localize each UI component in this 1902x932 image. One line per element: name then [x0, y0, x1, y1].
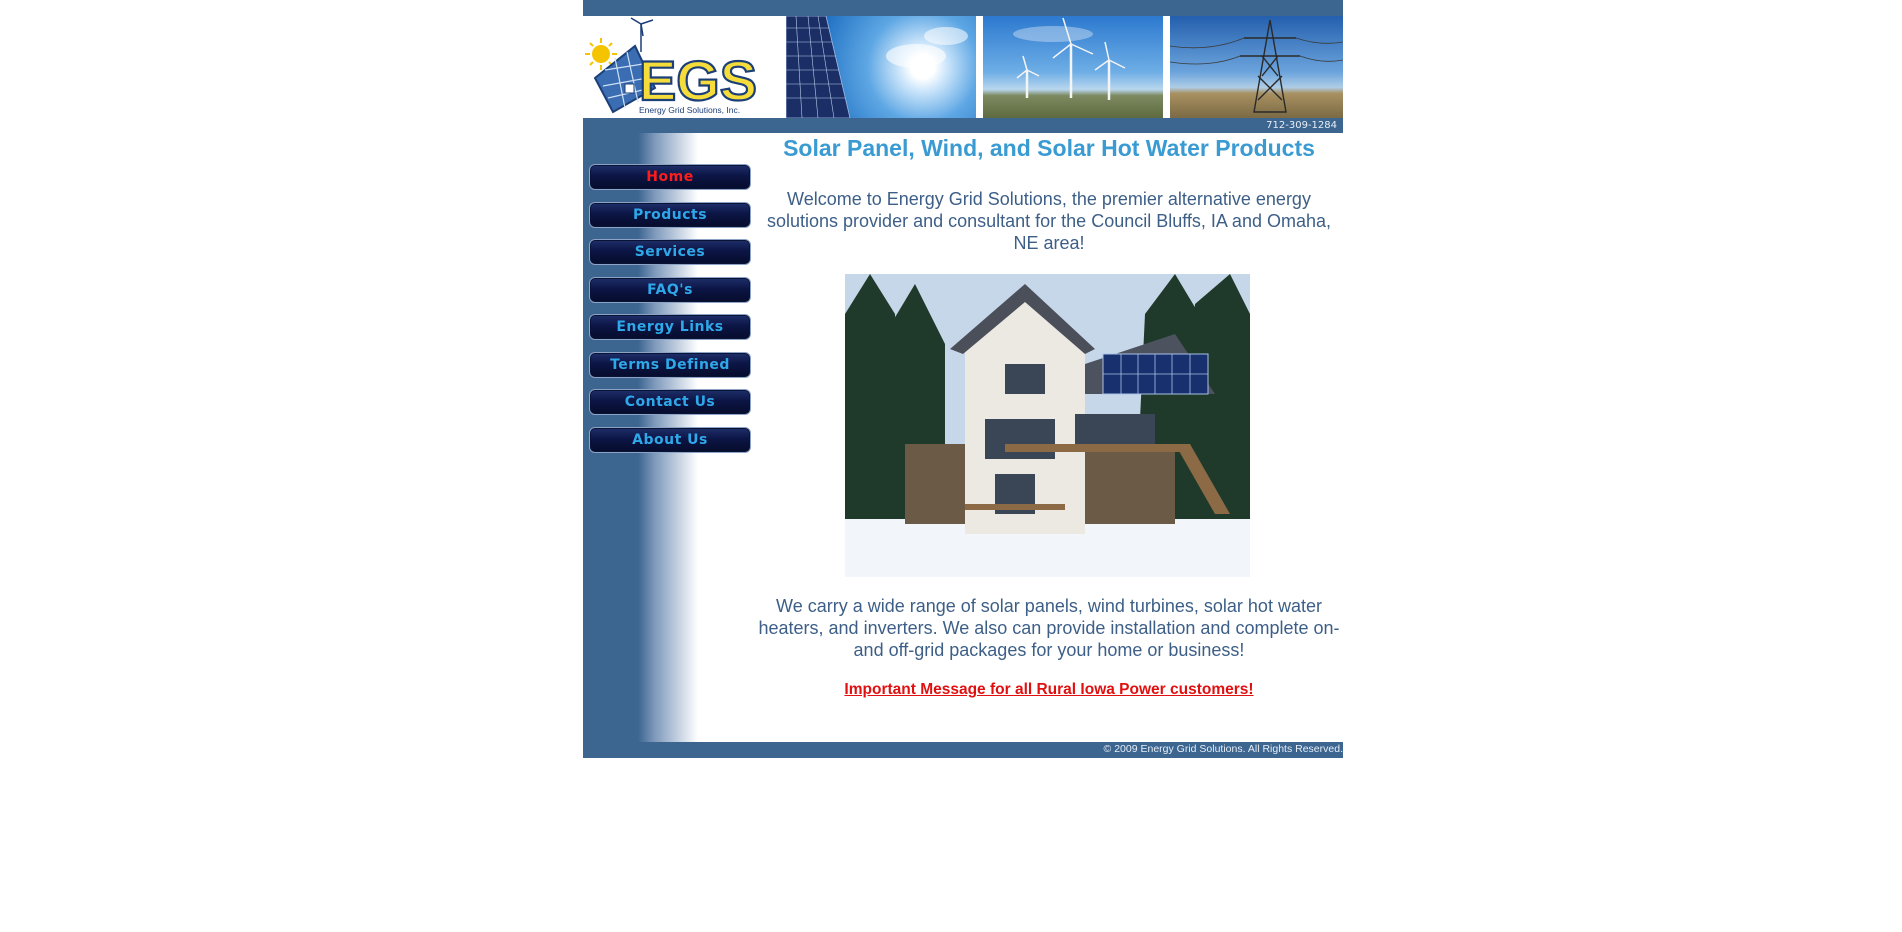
wind-turbines-photo	[983, 16, 1163, 118]
footer-bar: © 2009 Energy Grid Solutions. All Rights…	[583, 742, 1343, 758]
egs-logo[interactable]: EGS Energy Grid Solutions, Inc.	[583, 16, 785, 118]
nav-contact-us-button[interactable]: Contact Us	[589, 389, 751, 415]
sidebar-nav: Home Products Services FAQ's Energy Link…	[589, 164, 751, 464]
house-photo	[845, 274, 1250, 577]
site-container: EGS Energy Grid Solutions, Inc. 712-309-…	[583, 0, 1343, 758]
nav-services-button[interactable]: Services	[589, 239, 751, 265]
nav-products-button[interactable]: Products	[589, 201, 751, 228]
nav-terms-defined-button[interactable]: Terms Defined	[589, 351, 751, 378]
copyright-text: © 2009 Energy Grid Solutions. All Rights…	[1103, 743, 1343, 755]
header-banner: EGS Energy Grid Solutions, Inc.	[583, 16, 1343, 118]
nav-energy-links-button[interactable]: Energy Links	[589, 314, 751, 340]
phone-number: 712-309-1284	[1266, 120, 1337, 131]
solar-panels-photo	[786, 16, 976, 118]
body-area: Home Products Services FAQ's Energy Link…	[583, 133, 1343, 742]
nav-faqs-button[interactable]: FAQ's	[589, 276, 751, 303]
nav-about-us-button[interactable]: About Us	[589, 426, 751, 453]
rural-iowa-power-link[interactable]: Important Message for all Rural Iowa Pow…	[755, 681, 1343, 699]
page-title: Solar Panel, Wind, and Solar Hot Water P…	[783, 135, 1315, 161]
logo-graphic: EGS Energy Grid Solutions, Inc.	[583, 16, 785, 118]
intro-paragraph: Welcome to Energy Grid Solutions, the pr…	[767, 189, 1331, 253]
logo-subtitle: Energy Grid Solutions, Inc.	[639, 105, 740, 115]
top-bar	[583, 0, 1343, 16]
nav-home-button[interactable]: Home	[589, 164, 751, 190]
products-paragraph: We carry a wide range of solar panels, w…	[758, 596, 1340, 660]
power-lines-photo	[1170, 16, 1343, 118]
logo-letters: EGS	[639, 49, 757, 112]
